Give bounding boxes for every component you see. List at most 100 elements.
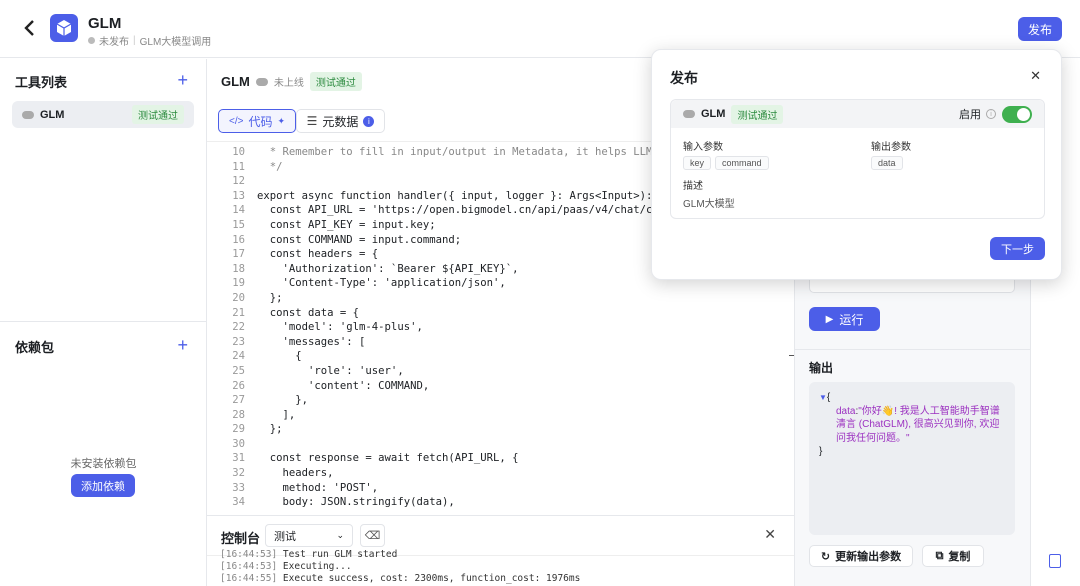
- log-message: Execute success, cost: 2300ms, function_…: [277, 572, 581, 584]
- code-line: 25 'role': 'user',: [219, 364, 789, 379]
- tab-code[interactable]: </> 代码 ✦: [218, 109, 296, 133]
- line-number: 14: [232, 204, 245, 217]
- output-value: "你好👋! 我是人工智能助手智谱清言 (ChatGLM), 很高兴见到你, 欢迎…: [836, 405, 1000, 444]
- param-tag: command: [715, 156, 769, 170]
- modal-title: 发布: [670, 70, 698, 86]
- enable-label: 启用: [959, 109, 981, 121]
- console-panel: 控制台 测试 ⌄ ⌫ ✕ [16:44:53] Test run GLM sta…: [207, 515, 794, 586]
- console-select-value: 测试: [274, 530, 296, 543]
- add-tool-icon[interactable]: +: [177, 71, 188, 89]
- line-number: 30: [232, 437, 245, 450]
- line-number: 19: [232, 277, 245, 290]
- next-button[interactable]: 下一步: [990, 237, 1045, 260]
- run-button[interactable]: ▶ 运行: [809, 307, 880, 331]
- collapse-icon[interactable]: ▼: [819, 393, 827, 402]
- line-number: 26: [232, 379, 245, 392]
- app-subtitle: 未发布 | GLM大模型调用: [88, 33, 211, 48]
- editor-status: 未上线: [273, 78, 304, 89]
- code-text: 'role': 'user',: [257, 364, 404, 377]
- console-log: [16:44:53] Test run GLM started [16:44:53…: [220, 549, 580, 584]
- code-line: 34 body: JSON.stringify(data),: [219, 495, 789, 510]
- log-time: [16:44:53]: [220, 549, 278, 560]
- code-text: body: JSON.stringify(data),: [257, 496, 455, 509]
- cloud-icon: [255, 77, 268, 86]
- tools-title: 工具列表: [15, 75, 68, 90]
- app-title: GLM: [88, 15, 122, 32]
- run-button-label: 运行: [839, 312, 864, 327]
- tool-item-glm[interactable]: GLM 测试通过: [12, 101, 194, 128]
- line-number: 16: [232, 233, 245, 246]
- add-dependency-icon[interactable]: +: [177, 336, 188, 354]
- app-description: GLM大模型调用: [139, 37, 212, 48]
- line-number: 12: [232, 175, 245, 188]
- editor-title: GLM: [221, 74, 250, 89]
- close-modal-icon[interactable]: ✕: [1030, 68, 1041, 84]
- log-message: Executing...: [277, 560, 352, 572]
- code-text: method: 'POST',: [257, 481, 379, 494]
- clear-console-icon[interactable]: ⌫: [360, 524, 385, 547]
- output-key: data: [836, 405, 856, 417]
- close-console-icon[interactable]: ✕: [764, 526, 776, 543]
- cloud-icon: [683, 110, 695, 118]
- document-icon[interactable]: [1049, 554, 1061, 568]
- code-text: 'content': COMMAND,: [257, 379, 430, 392]
- line-number: 29: [232, 423, 245, 436]
- code-line: 30: [219, 437, 789, 452]
- log-message: Test run GLM started: [277, 549, 398, 560]
- tool-status-badge: 测试通过: [132, 105, 184, 124]
- log-line: [16:44:53] Executing...: [220, 561, 580, 573]
- line-number: 15: [232, 218, 245, 231]
- cloud-icon: [22, 110, 34, 119]
- input-params: key command: [683, 155, 773, 170]
- tab-metadata[interactable]: ☰ 元数据 i: [296, 109, 385, 133]
- publish-status: 未发布: [99, 37, 129, 48]
- add-dependency-button[interactable]: 添加依赖: [71, 474, 135, 497]
- line-number: 34: [232, 496, 245, 509]
- console-select[interactable]: 测试 ⌄: [265, 524, 353, 547]
- log-line: [16:44:55] Execute success, cost: 2300ms…: [220, 573, 580, 585]
- editor-header: GLM 未上线 测试通过: [221, 72, 362, 91]
- enable-toggle[interactable]: [1002, 105, 1032, 123]
- line-number: 23: [232, 335, 245, 348]
- code-text: */: [257, 160, 283, 173]
- tool-card-badge: 测试通过: [731, 104, 784, 124]
- info-icon: i: [986, 109, 996, 119]
- output-title: 输出: [809, 361, 834, 375]
- code-text: const API_URL = 'https://open.bigmodel.c…: [257, 204, 698, 217]
- update-output-button[interactable]: ↻ 更新输出参数: [809, 545, 913, 567]
- line-number: 31: [232, 452, 245, 465]
- back-arrow-icon[interactable]: [20, 17, 40, 39]
- publish-modal: 发布 ✕ GLM 测试通过 启用 i 输入参数 key command 输出参数 …: [651, 49, 1062, 280]
- param-tag: data: [871, 156, 903, 170]
- code-text: ],: [257, 408, 296, 421]
- copy-icon: ⧉: [935, 549, 944, 562]
- output-params: data: [871, 155, 907, 170]
- tool-item-name: GLM: [40, 108, 65, 121]
- deps-title: 依赖包: [15, 340, 55, 355]
- input-params-title: 输入参数: [683, 142, 723, 153]
- code-text: const response = await fetch(API_URL, {: [257, 452, 519, 465]
- line-number: 11: [232, 160, 245, 173]
- sliders-icon: ☰: [306, 114, 318, 128]
- code-line: 32 headers,: [219, 466, 789, 481]
- log-line: [16:44:53] Test run GLM started: [220, 549, 580, 561]
- line-number: 28: [232, 408, 245, 421]
- code-line: 28 ],: [219, 408, 789, 423]
- line-number: 24: [232, 350, 245, 363]
- line-number: 18: [232, 262, 245, 275]
- line-number: 33: [232, 481, 245, 494]
- line-number: 22: [232, 321, 245, 334]
- code-line: 20 };: [219, 291, 789, 306]
- status-dot-icon: [88, 37, 95, 44]
- chevron-down-icon: ⌄: [336, 530, 344, 540]
- publish-button[interactable]: 发布: [1018, 17, 1062, 41]
- code-line: 26 'content': COMMAND,: [219, 379, 789, 394]
- code-text: headers,: [257, 467, 334, 480]
- refresh-icon: ↻: [820, 550, 831, 563]
- code-text: 'Authorization': `Bearer ${API_KEY}`,: [257, 262, 519, 275]
- code-text: const COMMAND = input.command;: [257, 233, 462, 246]
- copy-button[interactable]: ⧉ 复制: [922, 545, 984, 567]
- code-text: };: [257, 423, 283, 436]
- tab-metadata-label: 元数据: [322, 114, 359, 129]
- tool-card-name: GLM: [701, 108, 726, 120]
